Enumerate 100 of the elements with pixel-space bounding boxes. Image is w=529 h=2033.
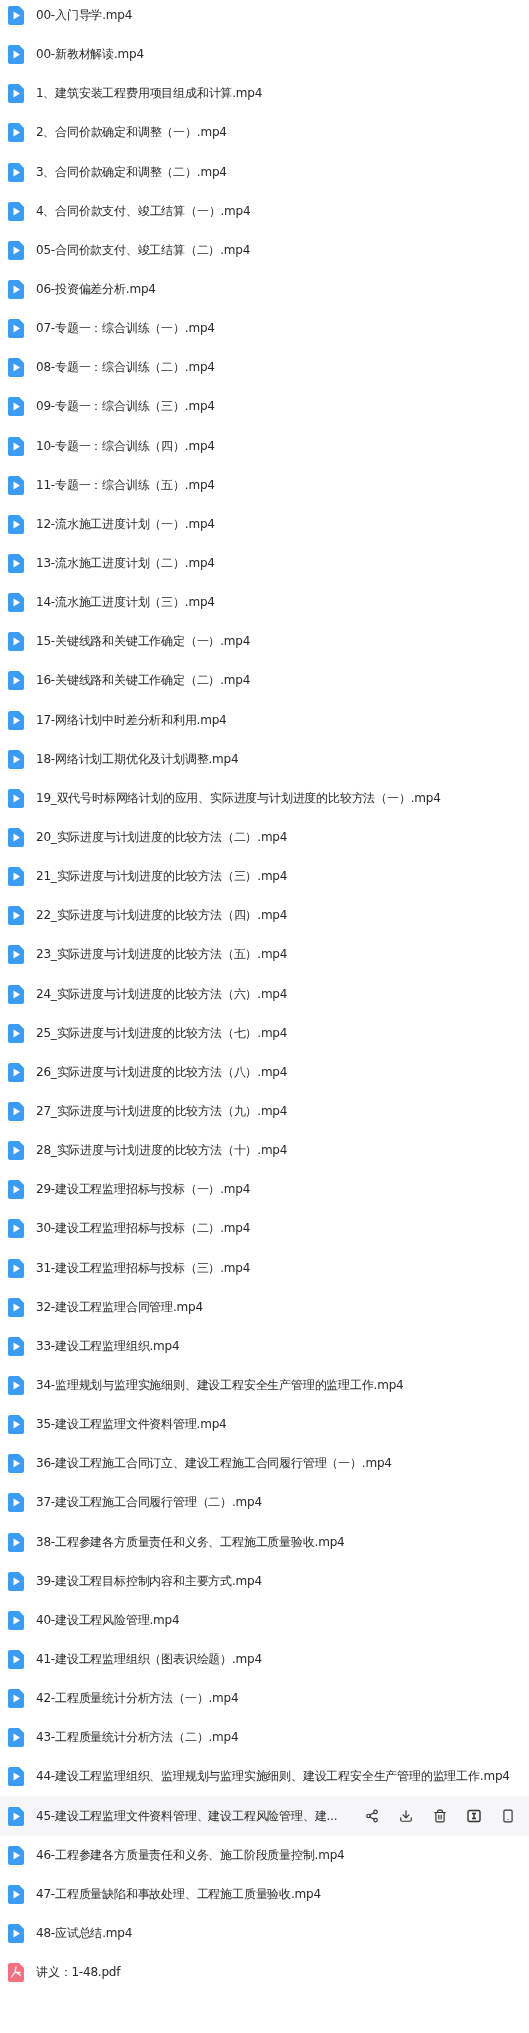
file-row[interactable]: 17-网络计划中时差分析和利用.mp4 — [0, 700, 529, 740]
file-row[interactable]: 12-流水施工进度计划（一）.mp4 — [0, 504, 529, 544]
video-file-icon — [8, 749, 24, 769]
file-row[interactable]: 22_实际进度与计划进度的比较方法（四）.mp4 — [0, 896, 529, 936]
file-row[interactable]: 31-建设工程监理招标与投标（三）.mp4 — [0, 1248, 529, 1288]
video-file-icon — [8, 1336, 24, 1356]
file-name: 08-专题一：综合训练（二）.mp4 — [36, 359, 215, 377]
file-row[interactable]: 45-建设工程监理文件资料管理、建设工程风险管理、建... — [0, 1796, 529, 1836]
video-file-icon — [8, 436, 24, 456]
video-file-icon — [8, 1845, 24, 1865]
video-file-icon — [8, 201, 24, 221]
video-file-icon — [8, 45, 24, 65]
video-file-icon — [8, 1062, 24, 1082]
file-name: 33-建设工程监理组织.mp4 — [36, 1337, 180, 1355]
file-name: 00-入门导学.mp4 — [36, 7, 133, 25]
file-row[interactable]: 08-专题一：综合训练（二）.mp4 — [0, 348, 529, 388]
file-row[interactable]: 16-关键线路和关键工作确定（二）.mp4 — [0, 661, 529, 701]
file-name: 30-建设工程监理招标与投标（二）.mp4 — [36, 1220, 251, 1238]
file-row[interactable]: 37-建设工程施工合同履行管理（二）.mp4 — [0, 1483, 529, 1523]
file-name: 11-专题一：综合训练（五）.mp4 — [36, 476, 215, 494]
file-row[interactable]: 23_实际进度与计划进度的比较方法（五）.mp4 — [0, 935, 529, 975]
file-name: 17-网络计划中时差分析和利用.mp4 — [36, 711, 227, 729]
file-row[interactable]: 26_实际进度与计划进度的比较方法（八）.mp4 — [0, 1052, 529, 1092]
file-name: 13-流水施工进度计划（二）.mp4 — [36, 555, 215, 573]
file-row[interactable]: 05-合同价款支付、竣工结算（二）.mp4 — [0, 230, 529, 270]
video-file-icon — [8, 632, 24, 652]
phone-button[interactable] — [500, 1808, 515, 1824]
video-file-icon — [8, 1610, 24, 1630]
video-file-icon — [8, 1258, 24, 1278]
file-row[interactable]: 30-建设工程监理招标与投标（二）.mp4 — [0, 1209, 529, 1249]
file-row[interactable]: 19_双代号时标网络计划的应用、实际进度与计划进度的比较方法（一）.mp4 — [0, 778, 529, 818]
file-row[interactable]: 24_实际进度与计划进度的比较方法（六）.mp4 — [0, 974, 529, 1014]
file-row[interactable]: 讲义：1-48.pdf — [0, 1953, 529, 1993]
file-row[interactable]: 39-建设工程目标控制内容和主要方式.mp4 — [0, 1561, 529, 1601]
video-file-icon — [8, 1649, 24, 1669]
file-row[interactable]: 36-建设工程施工合同订立、建设工程施工合同履行管理（一）.mp4 — [0, 1444, 529, 1484]
file-name: 19_双代号时标网络计划的应用、实际进度与计划进度的比较方法（一）.mp4 — [36, 789, 441, 807]
file-row[interactable]: 34-监理规划与监理实施细则、建设工程安全生产管理的监理工作.mp4 — [0, 1365, 529, 1406]
file-row[interactable]: 18-网络计划工期优化及计划调整.mp4 — [0, 739, 529, 779]
file-name: 14-流水施工进度计划（三）.mp4 — [36, 594, 215, 612]
video-file-icon — [8, 514, 24, 534]
file-row[interactable]: 47-工程质量缺陷和事故处理、工程施工质量验收.mp4 — [0, 1874, 529, 1914]
rename-button[interactable] — [466, 1808, 481, 1824]
video-file-icon — [8, 828, 24, 847]
file-row[interactable]: 20_实际进度与计划进度的比较方法（二）.mp4 — [0, 817, 529, 858]
file-row[interactable]: 46-工程参建各方质量责任和义务、施工阶段质量控制.mp4 — [0, 1835, 529, 1875]
file-row[interactable]: 11-专题一：综合训练（五）.mp4 — [0, 465, 529, 505]
file-name: 12-流水施工进度计划（一）.mp4 — [36, 515, 215, 533]
file-row[interactable]: 00-新教材解读.mp4 — [0, 35, 529, 75]
video-file-icon — [8, 6, 24, 26]
video-file-icon — [8, 358, 24, 378]
file-row[interactable]: 06-投资偏差分析.mp4 — [0, 270, 529, 310]
file-name: 40-建设工程风险管理.mp4 — [36, 1611, 180, 1629]
file-row[interactable]: 10-专题一：综合训练（四）.mp4 — [0, 426, 529, 466]
file-row[interactable]: 40-建设工程风险管理.mp4 — [0, 1600, 529, 1640]
file-row[interactable]: 38-工程参建各方质量责任和义务、工程施工质量验收.mp4 — [0, 1522, 529, 1562]
file-name: 3、合同价款确定和调整（二）.mp4 — [36, 163, 227, 181]
file-row[interactable]: 07-专题一：综合训练（一）.mp4 — [0, 309, 529, 349]
file-row[interactable]: 13-流水施工进度计划（二）.mp4 — [0, 543, 529, 584]
file-name: 20_实际进度与计划进度的比较方法（二）.mp4 — [36, 829, 288, 846]
file-name: 16-关键线路和关键工作确定（二）.mp4 — [36, 672, 251, 690]
video-file-icon — [8, 1767, 24, 1787]
video-file-icon — [8, 945, 24, 965]
video-file-icon — [8, 710, 24, 730]
file-name: 34-监理规划与监理实施细则、建设工程安全生产管理的监理工作.mp4 — [36, 1377, 404, 1394]
file-name: 48-应试总结.mp4 — [36, 1924, 133, 1942]
video-file-icon — [8, 1102, 24, 1121]
file-name: 38-工程参建各方质量责任和义务、工程施工质量验收.mp4 — [36, 1533, 345, 1551]
file-name: 18-网络计划工期优化及计划调整.mp4 — [36, 750, 239, 768]
file-row[interactable]: 4、合同价款支付、竣工结算（一）.mp4 — [0, 191, 529, 231]
file-row[interactable]: 33-建设工程监理组织.mp4 — [0, 1326, 529, 1366]
file-row[interactable]: 42-工程质量统计分析方法（一）.mp4 — [0, 1679, 529, 1719]
video-file-icon — [8, 1571, 24, 1591]
file-name: 讲义：1-48.pdf — [36, 1964, 121, 1982]
video-file-icon — [8, 397, 24, 417]
file-row[interactable]: 00-入门导学.mp4 — [0, 0, 529, 36]
file-row[interactable]: 27_实际进度与计划进度的比较方法（九）.mp4 — [0, 1091, 529, 1132]
file-row[interactable]: 29-建设工程监理招标与投标（一）.mp4 — [0, 1170, 529, 1210]
video-file-icon — [8, 1454, 24, 1474]
video-file-icon — [8, 867, 24, 887]
delete-button[interactable] — [432, 1808, 447, 1824]
file-row[interactable]: 35-建设工程监理文件资料管理.mp4 — [0, 1405, 529, 1445]
file-row[interactable]: 2、合同价款确定和调整（一）.mp4 — [0, 113, 529, 153]
file-row[interactable]: 41-建设工程监理组织（图表识绘题）.mp4 — [0, 1639, 529, 1680]
file-row[interactable]: 43-工程质量统计分析方法（二）.mp4 — [0, 1718, 529, 1758]
file-row[interactable]: 21_实际进度与计划进度的比较方法（三）.mp4 — [0, 857, 529, 897]
file-row[interactable]: 14-流水施工进度计划（三）.mp4 — [0, 583, 529, 623]
file-row[interactable]: 3、合同价款确定和调整（二）.mp4 — [0, 152, 529, 192]
file-row[interactable]: 48-应试总结.mp4 — [0, 1913, 529, 1954]
share-button[interactable] — [364, 1808, 379, 1824]
file-row[interactable]: 44-建设工程监理组织、监理规划与监理实施细则、建设工程安全生产管理的监理工作.mp4 — [0, 1757, 529, 1797]
file-row[interactable]: 15-关键线路和关键工作确定（一）.mp4 — [0, 622, 529, 662]
file-row[interactable]: 09-专题一：综合训练（三）.mp4 — [0, 387, 529, 427]
video-file-icon — [8, 1689, 24, 1709]
file-row[interactable]: 32-建设工程监理合同管理.mp4 — [0, 1287, 529, 1327]
file-name: 10-专题一：综合训练（四）.mp4 — [36, 437, 215, 455]
file-row[interactable]: 28_实际进度与计划进度的比较方法（十）.mp4 — [0, 1131, 529, 1171]
file-row[interactable]: 25_实际进度与计划进度的比较方法（七）.mp4 — [0, 1013, 529, 1053]
download-button[interactable] — [398, 1808, 413, 1824]
file-row[interactable]: 1、建筑安装工程费用项目组成和计算.mp4 — [0, 74, 529, 114]
